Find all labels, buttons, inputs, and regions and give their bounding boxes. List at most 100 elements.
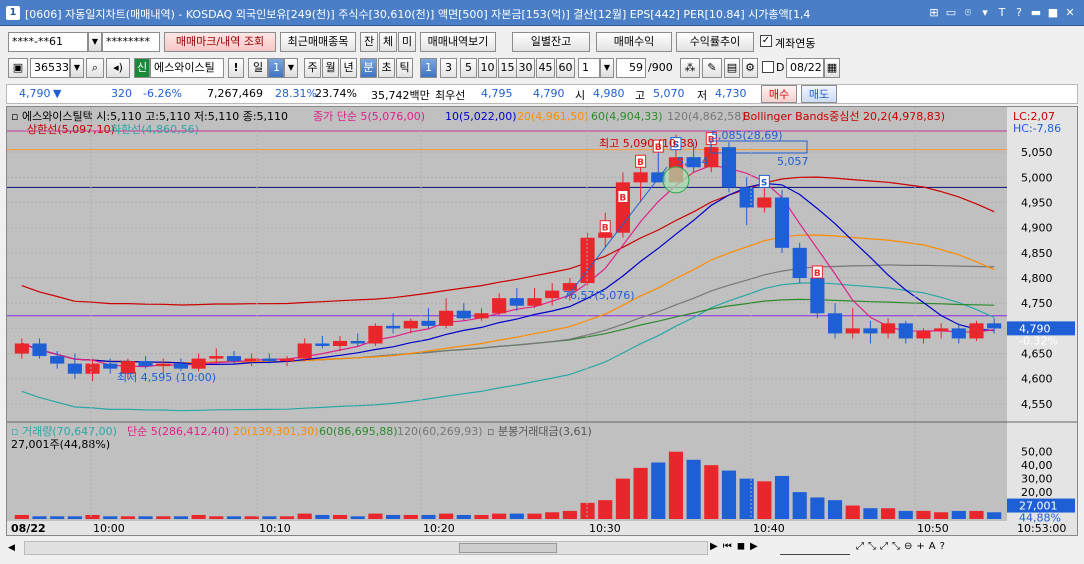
zoom-slider[interactable] (780, 541, 850, 555)
date-checkbox[interactable] (762, 61, 774, 73)
buy-marker-label: B (602, 224, 609, 234)
stock-code-dropdown[interactable]: ▼ (70, 58, 84, 78)
interval-dropdown[interactable]: ▼ (600, 58, 614, 78)
candle-body (527, 298, 542, 306)
volume-bar (686, 459, 701, 519)
recent-trades-button[interactable]: 최근매매종목 (280, 32, 356, 52)
minute-60-button[interactable]: 60 (556, 58, 575, 78)
minute-30-button[interactable]: 30 (516, 58, 535, 78)
minute-10-button[interactable]: 10 (478, 58, 497, 78)
scroll-track[interactable] (24, 541, 708, 555)
trade-mark-query-button[interactable]: 매매마크/내역 조회 (164, 32, 276, 52)
high-label: 고 (635, 89, 646, 102)
minute-3-button[interactable]: 3 (440, 58, 457, 78)
sound-icon[interactable]: ◂) (106, 58, 130, 78)
minute-15-button[interactable]: 15 (498, 58, 517, 78)
buy-marker-label: B (814, 269, 821, 279)
minute-5-button[interactable]: 5 (460, 58, 477, 78)
candle-body (827, 313, 843, 334)
tab-jan[interactable]: 잔 (360, 32, 378, 52)
chart-scrollbar[interactable]: ◀ ▶⏮◼▶ ⤢⤡⤢⤡⊖+A? (6, 538, 1078, 558)
volume-bar (881, 508, 896, 519)
volume-bar (704, 465, 719, 519)
window-control-0[interactable]: ⊞ (926, 5, 942, 21)
count-input[interactable]: 59 (616, 58, 646, 78)
window-control-1[interactable]: ▭ (943, 5, 959, 21)
scroll-thumb[interactable] (459, 543, 557, 553)
scroll-left-icon[interactable]: ◀ (8, 541, 20, 555)
date-input[interactable]: 08/22 (786, 58, 824, 78)
legend-vol-ma120: 120(60,269,93) (397, 425, 483, 438)
settings-icon[interactable]: ⚙ (742, 58, 758, 78)
search-icon[interactable]: ⌕ (86, 58, 104, 78)
window-titlebar: 1 [0606] 자동일지차트(매매내역) - KOSDAQ 외국인보유[249… (0, 0, 1084, 26)
daily-balance-button[interactable]: 일별잔고 (512, 32, 590, 52)
candle-body (226, 356, 242, 362)
candle-body (774, 197, 790, 248)
interval-input[interactable]: 1 (578, 58, 600, 78)
tab-che[interactable]: 체 (379, 32, 397, 52)
layout-icon[interactable]: ▣ (8, 58, 28, 78)
stock-badge: 신 (134, 58, 150, 78)
candle-body (103, 363, 118, 369)
volume-bar (368, 513, 383, 519)
candle-body (262, 358, 277, 362)
period-value-input[interactable]: 1 (268, 58, 284, 78)
calendar-icon[interactable]: ▦ (824, 58, 840, 78)
period-dropdown[interactable]: ▼ (284, 58, 298, 78)
candle-body (757, 197, 772, 208)
chart-canvas[interactable]: 5,0505,0004,9504,9004,8504,8004,7504,700… (7, 107, 1077, 535)
period-0-button[interactable]: 주 (304, 58, 321, 78)
period-day-button[interactable]: 일 (248, 58, 268, 78)
legend-ma120: 120(4,862,58) (667, 110, 746, 123)
window-control-8[interactable]: ✕ (1062, 5, 1078, 21)
window-control-2[interactable]: ⌾ (960, 5, 976, 21)
tool-icon[interactable]: ✎ (702, 58, 722, 78)
candle-body (863, 328, 878, 334)
buy-button[interactable]: 매수 (761, 85, 797, 103)
price-tick-label: 4,800 (1021, 272, 1053, 285)
price-tick-label: 4,650 (1021, 348, 1053, 361)
sell-button[interactable]: 매도 (801, 85, 837, 103)
stock-name-field[interactable]: 에스와이스틸 (150, 58, 224, 78)
window-control-3[interactable]: ▾ (977, 5, 993, 21)
candle-body (173, 363, 189, 369)
volume-bar (757, 481, 772, 519)
minute-45-button[interactable]: 45 (536, 58, 555, 78)
period-4-button[interactable]: 초 (378, 58, 395, 78)
period-2-button[interactable]: 년 (340, 58, 357, 78)
playback-controls[interactable]: ▶⏮◼▶ (710, 541, 763, 552)
profit-trend-button[interactable]: 수익률추이 (676, 32, 754, 52)
window-control-5[interactable]: ? (1011, 5, 1027, 21)
window-control-6[interactable]: ▬ (1028, 5, 1044, 21)
legend-ma60: 60(4,904,33) (591, 110, 663, 123)
account-link-checkbox[interactable]: ✓ (760, 35, 772, 47)
password-input[interactable]: ******** (102, 32, 160, 52)
account-dropdown[interactable]: ▼ (88, 32, 102, 52)
candle-body (350, 340, 365, 344)
window-control-7[interactable]: ■ (1045, 5, 1061, 21)
volume-bar (845, 505, 860, 519)
window-control-4[interactable]: T (994, 5, 1010, 21)
period-3-button[interactable]: 분 (360, 58, 377, 78)
time-tick-label: 10:50 (917, 522, 949, 535)
volume-bar (85, 514, 100, 519)
candle-body (332, 340, 348, 346)
stock-code-input[interactable]: 365330 (30, 58, 70, 78)
price-summary: 4,790 ▼ 320 -6.26% 7,267,469 28.31% 23.7… (6, 84, 1078, 104)
alert-icon[interactable]: ! (228, 58, 244, 78)
candlestick-chart[interactable]: 5,0505,0004,9504,9004,8504,8004,7504,700… (6, 106, 1078, 536)
chart-tool-icons[interactable]: ⤢⤡⤢⤡⊖+A? (856, 541, 949, 552)
period-1-button[interactable]: 월 (322, 58, 339, 78)
save-icon[interactable]: ▤ (724, 58, 740, 78)
account-input[interactable]: ****-**61 (8, 32, 88, 52)
trade-profit-button[interactable]: 매매수익 (596, 32, 672, 52)
minute-1-button[interactable]: 1 (420, 58, 437, 78)
candle-body (403, 320, 418, 329)
indicator-icon[interactable]: ⁂ (680, 58, 700, 78)
volume-bar (191, 514, 206, 519)
candle-body (916, 330, 931, 339)
trade-detail-button[interactable]: 매매내역보기 (420, 32, 496, 52)
period-5-button[interactable]: 틱 (396, 58, 413, 78)
tab-mi[interactable]: 미 (398, 32, 416, 52)
